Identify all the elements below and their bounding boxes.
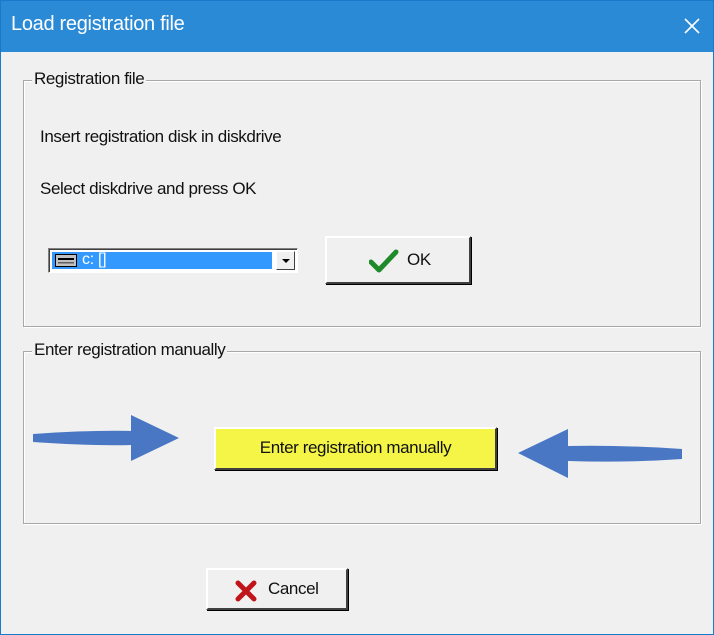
drive-select[interactable]: c: []	[48, 248, 298, 273]
registration-file-legend: Registration file	[32, 69, 147, 89]
ok-button-label: OK	[407, 250, 431, 269]
close-icon[interactable]	[675, 9, 709, 43]
left-arrow-icon	[518, 429, 682, 478]
window-title: Load registration file	[11, 13, 185, 35]
enter-registration-manually-button[interactable]: Enter registration manually	[214, 427, 497, 470]
drive-select-text: c: []	[82, 251, 107, 268]
registration-file-group: Registration file	[23, 69, 701, 327]
select-drive-instruction: Select diskdrive and press OK	[40, 179, 257, 198]
right-arrow-icon	[33, 415, 179, 461]
chevron-down-icon[interactable]	[276, 251, 295, 270]
title-bar[interactable]: Load registration file	[1, 1, 713, 52]
checkmark-icon	[368, 249, 399, 278]
ok-button[interactable]: OK	[325, 236, 471, 284]
insert-disk-instruction: Insert registration disk in diskdrive	[40, 127, 282, 146]
drive-select-value: c: []	[52, 251, 272, 269]
cancel-button[interactable]: Cancel	[206, 568, 348, 610]
load-registration-dialog: Load registration file Registration file…	[0, 0, 714, 635]
cancel-button-label: Cancel	[268, 579, 319, 598]
drive-icon	[55, 254, 77, 267]
red-x-icon	[235, 580, 257, 607]
manual-registration-legend: Enter registration manually	[32, 340, 228, 360]
